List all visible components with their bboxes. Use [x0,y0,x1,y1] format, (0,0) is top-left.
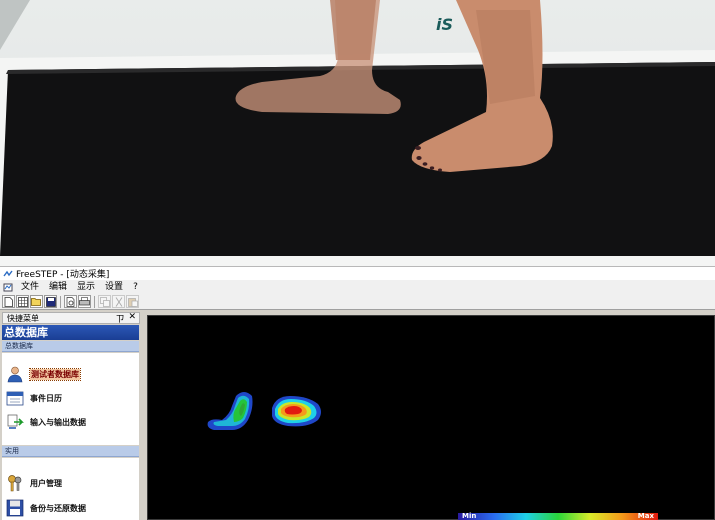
cut-icon[interactable] [112,295,125,308]
quick-menu-title: 快捷菜单 [7,313,39,323]
pin-icon[interactable]: ㄗ [115,312,124,325]
group-body-utilities: 用户管理 备份与还原数据 [2,458,139,520]
floppy-disk-icon [6,499,24,517]
title-bar: FreeSTEP - [动态采集] [0,266,715,280]
calendar-icon [6,389,24,407]
sidebar-item-tester-database[interactable]: 测试者数据库 [6,365,81,383]
window-title: FreeSTEP - [动态采集] [16,270,110,280]
sidebar-item-label: 用户管理 [30,477,62,488]
menu-help[interactable]: ? [129,281,142,293]
toolbar [0,294,715,310]
app-icon [3,270,13,278]
sidebar-item-label: 测试者数据库 [29,367,81,381]
brand-logo-text: iS [436,15,453,34]
sidebar-item-import-export[interactable]: 输入与输出数据 [6,413,86,431]
new-doc-icon[interactable] [2,295,15,308]
main-view-frame: Min Max [143,311,715,520]
database-title: 总数据库 [2,325,139,340]
color-scale-max-label: Max [637,512,654,520]
sidebar-item-label: 事件日历 [30,392,62,403]
grid-icon[interactable] [16,295,29,308]
keys-icon [6,474,24,492]
quick-menu-panel: 快捷菜单 ㄗ ✕ 总数据库 总数据库 测试者数据库 事件日历 输入与输出数据 实… [0,311,142,520]
sidebar-item-label: 输入与输出数据 [30,416,86,427]
footprint-left [207,392,253,430]
pressure-map [207,392,321,430]
save-icon[interactable] [44,295,57,308]
import-export-icon [6,413,24,431]
menu-settings[interactable]: 设置 [101,281,127,293]
print-icon[interactable] [78,295,91,308]
freestep-window: FreeSTEP - [动态采集] 文件 编辑 显示 设置 ? 快捷菜单 ㄗ ✕… [0,266,715,520]
menu-edit[interactable]: 编辑 [45,281,71,293]
sidebar-item-user-management[interactable]: 用户管理 [6,474,62,492]
document-menu-icon[interactable] [3,283,13,292]
group-header-database[interactable]: 总数据库 [2,341,139,352]
toolbar-separator [60,295,61,308]
quick-menu-header: 快捷菜单 ㄗ ✕ [2,312,140,325]
toolbar-separator [94,295,95,308]
open-folder-icon[interactable] [30,295,43,308]
footprint-right [272,396,321,427]
print-preview-icon[interactable] [64,295,77,308]
sidebar-item-event-calendar[interactable]: 事件日历 [6,389,62,407]
user-icon [6,365,24,383]
menu-bar: 文件 编辑 显示 设置 ? [0,280,715,294]
sidebar-item-backup-restore[interactable]: 备份与还原数据 [6,499,86,517]
copy-icon[interactable] [98,295,111,308]
paste-icon[interactable] [126,295,139,308]
menu-file[interactable]: 文件 [17,281,43,293]
camera-view: iS [0,0,715,266]
pressure-display[interactable]: Min Max [147,315,715,520]
pressure-color-scale: Min Max [458,512,658,520]
group-header-utilities[interactable]: 实用 [2,446,139,457]
treadmill-photo: iS [0,0,715,266]
color-scale-min-label: Min [462,512,477,520]
group-body-database: 测试者数据库 事件日历 输入与输出数据 [2,353,139,445]
sidebar-item-label: 备份与还原数据 [30,502,86,513]
menu-view[interactable]: 显示 [73,281,99,293]
close-icon[interactable]: ✕ [128,312,136,325]
